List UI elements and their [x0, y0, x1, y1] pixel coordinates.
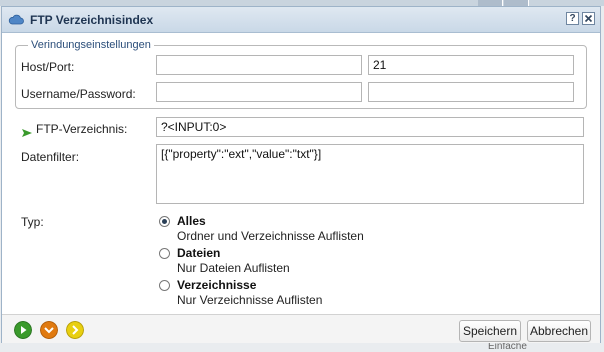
- save-button[interactable]: Speichern: [459, 320, 521, 342]
- dialog-title: FTP Verzeichnisindex: [30, 13, 154, 27]
- next-button[interactable]: [66, 321, 84, 339]
- radio-verzeichnisse[interactable]: [159, 280, 170, 291]
- option-dateien-description: Nur Dateien Auflisten: [177, 261, 290, 275]
- option-verzeichnisse-description: Nur Verzeichnisse Auflisten: [177, 293, 323, 307]
- ftp-directory-label: FTP-Verzeichnis:: [36, 122, 128, 136]
- radio-dateien[interactable]: [159, 248, 170, 259]
- radio-alles[interactable]: [159, 216, 170, 227]
- move-down-button[interactable]: [40, 321, 58, 339]
- dialog-footer: Speichern Abbrechen: [2, 314, 600, 343]
- type-label: Typ:: [21, 215, 44, 229]
- username-input[interactable]: [156, 82, 362, 102]
- option-dateien-title[interactable]: Dateien: [177, 246, 220, 260]
- option-verzeichnisse-title[interactable]: Verzeichnisse: [177, 278, 256, 292]
- host-port-label: Host/Port:: [21, 60, 75, 74]
- password-input[interactable]: [368, 82, 574, 102]
- datenfilter-label: Datenfilter:: [21, 150, 80, 164]
- option-alles-title[interactable]: Alles: [177, 214, 206, 228]
- chevron-right-icon: [66, 321, 84, 339]
- chevron-down-icon: [40, 321, 58, 339]
- arrow-right-icon: [22, 129, 32, 137]
- play-button[interactable]: [14, 321, 32, 339]
- close-button[interactable]: [582, 12, 595, 25]
- close-icon: [584, 14, 593, 23]
- dialog-titlebar[interactable]: FTP Verzeichnisindex ?: [2, 7, 600, 33]
- connection-settings-legend: Verindungseinstellungen: [31, 39, 151, 51]
- ftp-dialog: FTP Verzeichnisindex ? Verindungseinstel…: [1, 6, 601, 343]
- help-icon: ?: [569, 13, 576, 24]
- cancel-button[interactable]: Abbrechen: [527, 320, 591, 342]
- ftp-directory-input[interactable]: ?<INPUT:0>: [156, 117, 584, 137]
- play-icon: [14, 321, 32, 339]
- datenfilter-textarea[interactable]: [{"property":"ext","value":"txt"}]: [156, 144, 584, 204]
- port-input[interactable]: 21: [368, 55, 574, 75]
- cloud-icon: [8, 14, 24, 25]
- option-alles-description: Ordner und Verzeichnisse Auflisten: [177, 229, 364, 243]
- help-button[interactable]: ?: [566, 12, 579, 25]
- host-input[interactable]: [156, 55, 362, 75]
- user-password-label: Username/Password:: [21, 87, 136, 101]
